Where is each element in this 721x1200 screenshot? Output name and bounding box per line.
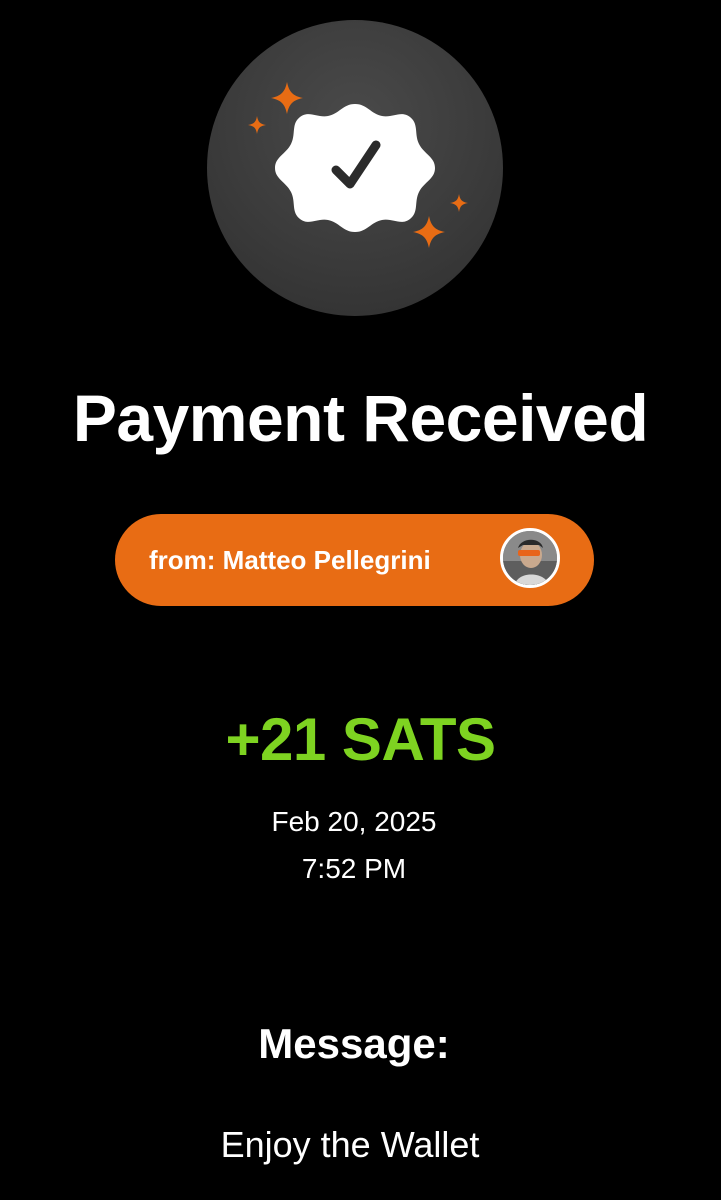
message-text: Enjoy the Wallet xyxy=(220,1124,480,1165)
sparkle-icon xyxy=(248,116,266,134)
verified-check-badge-icon xyxy=(248,82,468,248)
payment-time: 7:52 PM xyxy=(301,853,407,884)
payment-received-screen: Payment Received from: Matteo Pellegrini… xyxy=(0,0,721,1200)
avatar-photo xyxy=(503,531,557,585)
sparkle-icon xyxy=(450,194,468,212)
payment-date: Feb 20, 2025 xyxy=(271,806,437,837)
sender-label: from: Matteo Pellegrini xyxy=(149,545,431,575)
sparkle-icon xyxy=(271,82,303,114)
success-badge xyxy=(207,20,503,316)
message-label: Message: xyxy=(258,1020,450,1067)
amount: +21 SATS xyxy=(225,706,496,773)
avatar[interactable] xyxy=(500,528,560,588)
sparkle-icon xyxy=(413,216,445,248)
page-title: Payment Received xyxy=(72,381,649,455)
sender-pill[interactable]: from: Matteo Pellegrini xyxy=(115,514,594,606)
